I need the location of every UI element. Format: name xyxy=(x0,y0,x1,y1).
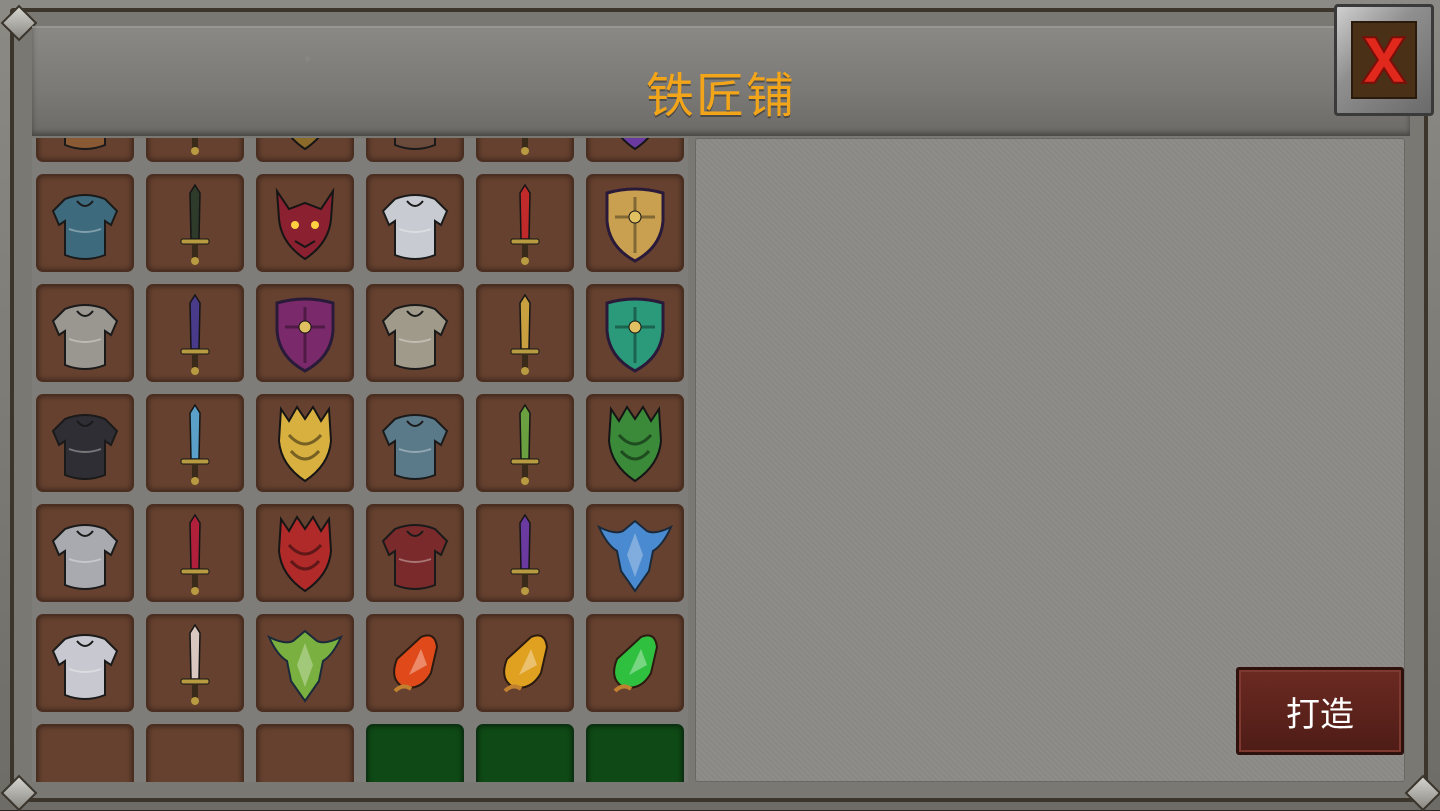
item-slot[interactable] xyxy=(36,504,134,602)
item-slot[interactable] xyxy=(36,724,134,782)
winged-shield-icon xyxy=(596,519,674,593)
item-slot[interactable] xyxy=(366,724,464,782)
body-armor-icon xyxy=(51,194,119,260)
sword-icon xyxy=(180,403,210,485)
item-slot[interactable] xyxy=(366,504,464,602)
sword-icon xyxy=(510,513,540,595)
item-slot[interactable] xyxy=(366,138,464,162)
item-slot[interactable] xyxy=(476,504,574,602)
item-slot[interactable] xyxy=(586,724,684,782)
item-slot[interactable] xyxy=(146,504,244,602)
item-slot[interactable] xyxy=(36,284,134,382)
sword-icon xyxy=(510,293,540,375)
shield-icon xyxy=(275,297,335,373)
item-slot[interactable] xyxy=(36,394,134,492)
item-slot[interactable] xyxy=(366,394,464,492)
item-slot[interactable] xyxy=(366,614,464,712)
item-slot[interactable] xyxy=(586,394,684,492)
item-slot[interactable] xyxy=(476,394,574,492)
body-armor-icon xyxy=(64,138,106,150)
shop-title: 铁匠铺 xyxy=(645,68,796,124)
body-armor-icon xyxy=(381,414,449,480)
item-slot[interactable] xyxy=(146,138,244,162)
sword-icon xyxy=(510,403,540,485)
item-slot[interactable] xyxy=(256,394,354,492)
item-slot[interactable] xyxy=(476,614,574,712)
winged-shield-icon xyxy=(266,629,344,703)
item-slot[interactable] xyxy=(256,174,354,272)
item-slot[interactable] xyxy=(36,614,134,712)
item-slot[interactable] xyxy=(256,614,354,712)
sword-icon xyxy=(180,183,210,265)
spiked-shield-icon xyxy=(607,405,663,483)
item-slot[interactable] xyxy=(586,614,684,712)
item-slot[interactable] xyxy=(36,138,134,162)
item-slot[interactable] xyxy=(256,504,354,602)
forge-button-label: 打造 xyxy=(1286,694,1354,735)
sword-icon xyxy=(180,513,210,595)
demon-helm-icon xyxy=(275,187,335,261)
gem-icon xyxy=(613,634,659,693)
item-slot[interactable] xyxy=(36,174,134,272)
item-slot[interactable] xyxy=(146,724,244,782)
item-slot[interactable] xyxy=(586,504,684,602)
sword-icon xyxy=(510,183,540,265)
body-armor-icon xyxy=(381,304,449,370)
body-armor-icon xyxy=(51,524,119,590)
sword-icon xyxy=(180,293,210,375)
gem-icon xyxy=(503,634,549,693)
item-slot[interactable] xyxy=(256,138,354,162)
item-slot[interactable] xyxy=(366,174,464,272)
body-armor-icon xyxy=(51,634,119,700)
item-slot[interactable] xyxy=(586,174,684,272)
item-slot[interactable] xyxy=(586,138,684,162)
item-slot[interactable] xyxy=(146,284,244,382)
item-slot[interactable] xyxy=(586,284,684,382)
spiked-shield-icon xyxy=(277,405,333,483)
sword-icon xyxy=(180,623,210,705)
body-armor-icon xyxy=(394,138,436,150)
sword-icon xyxy=(521,138,529,155)
spiked-shield-icon xyxy=(277,515,333,593)
header-bar: 铁匠铺 xyxy=(32,26,1410,136)
item-grid-scroll[interactable] xyxy=(32,138,688,782)
close-button-face xyxy=(1351,21,1417,99)
demon-helm-icon xyxy=(290,138,320,151)
item-slot[interactable] xyxy=(476,724,574,782)
close-x-icon xyxy=(1360,36,1408,84)
body-armor-icon xyxy=(381,194,449,260)
shield-icon xyxy=(605,297,665,373)
demon-helm-icon xyxy=(620,138,650,151)
item-slot[interactable] xyxy=(476,284,574,382)
item-slot[interactable] xyxy=(366,284,464,382)
item-slot[interactable] xyxy=(256,724,354,782)
sword-icon xyxy=(191,138,199,155)
body-armor-icon xyxy=(381,524,449,590)
close-button[interactable] xyxy=(1334,4,1434,116)
shield-icon xyxy=(605,187,665,263)
item-slot[interactable] xyxy=(476,174,574,272)
body-armor-icon xyxy=(51,414,119,480)
item-slot[interactable] xyxy=(476,138,574,162)
item-slot[interactable] xyxy=(256,284,354,382)
item-slot[interactable] xyxy=(146,394,244,492)
body-armor-icon xyxy=(51,304,119,370)
item-slot[interactable] xyxy=(146,174,244,272)
item-slot[interactable] xyxy=(146,614,244,712)
gem-icon xyxy=(393,634,439,693)
forge-button[interactable]: 打造 xyxy=(1236,667,1404,755)
